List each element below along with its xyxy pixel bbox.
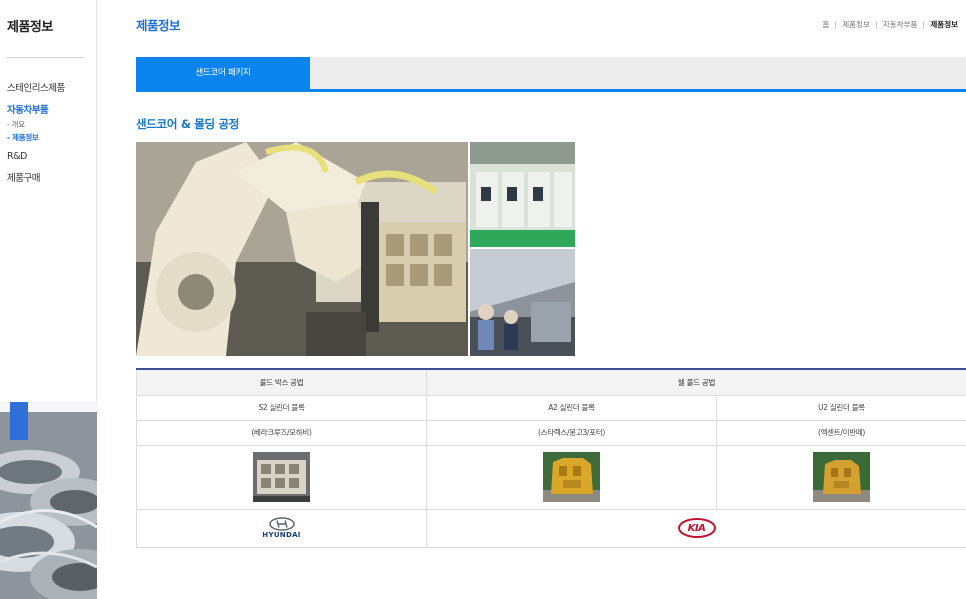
tab-bar: 샌드코어 패키지 bbox=[136, 57, 966, 92]
hyundai-wordmark: HYUNDAI bbox=[262, 531, 301, 539]
image-cell-u2 bbox=[715, 444, 966, 510]
sidebar-submenu: - 개요 - 제품정보 bbox=[7, 118, 95, 144]
brand-cell-hyundai: HYUNDAI bbox=[136, 508, 427, 548]
image-cell-s2 bbox=[136, 444, 427, 510]
breadcrumb-current: 제품정보 bbox=[930, 20, 958, 29]
breadcrumb-home[interactable]: 홈 bbox=[822, 19, 829, 30]
sidebar-item-stainless[interactable]: 스테인리스제품 bbox=[7, 82, 95, 104]
product-spec-table: 콜드 박스 공법 쉘 몰드 공법 S2 실린더 블록 A2 실린더 블록 U2 … bbox=[136, 368, 966, 548]
hyundai-logo: HYUNDAI bbox=[262, 517, 300, 539]
u2-cylinder-block-image bbox=[813, 452, 870, 502]
breadcrumb-product-info[interactable]: 제품정보 bbox=[842, 19, 870, 30]
table-row-images bbox=[136, 444, 966, 510]
sidebar-title: 제품정보 bbox=[7, 20, 53, 35]
a2-cylinder-block-image bbox=[543, 452, 600, 502]
kia-logo-icon: KIA bbox=[677, 518, 716, 538]
breadcrumb-separator bbox=[835, 20, 837, 29]
breadcrumb-separator bbox=[875, 20, 877, 29]
breadcrumb-separator bbox=[923, 20, 925, 29]
vehicles-u2: (엑센트/이반떼) bbox=[715, 419, 966, 446]
factory-robot-photo bbox=[136, 142, 575, 356]
sidebar-item-rnd[interactable]: R&D bbox=[7, 150, 95, 172]
table-row: S2 실린더 블록 A2 실린더 블록 U2 실린더 블록 bbox=[136, 394, 966, 421]
tab-sandcore-package[interactable]: 샌드코어 패키지 bbox=[136, 57, 310, 89]
page-title: 제품정보 bbox=[136, 18, 181, 33]
kia-wordmark: KIA bbox=[687, 522, 706, 534]
vehicles-s2: (베라크루즈/모하비) bbox=[136, 419, 427, 446]
header-shell-mold: 쉘 몰드 공법 bbox=[425, 368, 966, 396]
header-cold-box: 콜드 박스 공법 bbox=[136, 368, 427, 396]
vehicles-a2: (스타렉스/봉고3/포터) bbox=[426, 419, 717, 446]
brand-cell-kia: KIA bbox=[425, 508, 966, 548]
product-u2: U2 실린더 블록 bbox=[715, 394, 966, 421]
table-header-row: 콜드 박스 공법 쉘 몰드 공법 bbox=[136, 368, 966, 396]
product-a2: A2 실린더 블록 bbox=[426, 394, 717, 421]
table-row-brands: HYUNDAI KIA bbox=[136, 508, 966, 548]
breadcrumb-auto-parts[interactable]: 자동차부품 bbox=[883, 19, 918, 30]
image-cell-a2 bbox=[426, 444, 717, 510]
sidebar-subitem-overview[interactable]: - 개요 bbox=[7, 118, 95, 131]
sidebar-menu: 스테인리스제품 자동차부품 - 개요 - 제품정보 R&D 제품구매 bbox=[7, 82, 95, 194]
sidebar-subitem-product-info[interactable]: - 제품정보 bbox=[7, 131, 95, 144]
section-title: 샌드코어 & 몰딩 공정 bbox=[136, 117, 240, 131]
table-row: (베라크루즈/모하비) (스타렉스/봉고3/포터) (엑센트/이반떼) bbox=[136, 419, 966, 446]
sidebar-divider bbox=[7, 57, 84, 58]
sidebar-item-purchase[interactable]: 제품구매 bbox=[7, 172, 95, 194]
product-s2: S2 실린더 블록 bbox=[136, 394, 427, 421]
hyundai-logo-icon bbox=[268, 517, 295, 531]
sidebar-steel-coil-image bbox=[0, 402, 97, 599]
s2-cylinder-block-image bbox=[253, 452, 310, 502]
sidebar: 제품정보 스테인리스제품 자동차부품 - 개요 - 제품정보 R&D 제품구매 bbox=[0, 0, 97, 599]
breadcrumb: 홈 제품정보 자동차부품 제품정보 bbox=[822, 19, 958, 30]
